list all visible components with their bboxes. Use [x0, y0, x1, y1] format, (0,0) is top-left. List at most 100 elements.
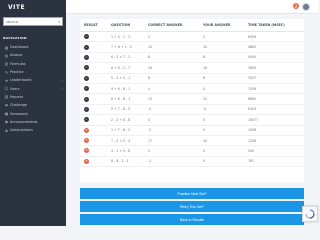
- practice-next-set-button[interactable]: Practice Next Set?: [80, 188, 304, 199]
- sidebar-item-formulas[interactable]: ▥ Formulas: [0, 60, 66, 68]
- sidebar-item-label: Users: [10, 86, 20, 91]
- recaptcha-badge[interactable]: [302, 206, 318, 222]
- incorrect-x-icon: ✕: [84, 127, 89, 133]
- sidebar-item-practice[interactable]: ✎ Practice: [0, 68, 66, 76]
- table-row: ✓ 5 - 2 + 5 - 1 8 8 3037: [80, 74, 304, 84]
- incorrect-x-icon: ✕: [84, 158, 89, 164]
- chevron-right-icon: ›: [61, 77, 63, 83]
- time-taken-cell: 4863: [248, 45, 257, 50]
- result-cell: ✓: [80, 65, 108, 71]
- correct-answer-cell: -2: [148, 128, 152, 133]
- result-cell: ✓: [80, 54, 108, 60]
- result-cell: ✕: [80, 158, 108, 164]
- your-answer-cell: 0: [203, 159, 206, 164]
- search-select[interactable]: ABACUS ▾: [3, 17, 63, 26]
- your-answer-cell: 8: [203, 76, 206, 81]
- leaderboard-icon: ★: [4, 77, 9, 83]
- table-row: ✓ 9 + 6 - 8 - 1 4 4 7558: [80, 84, 304, 95]
- table-row: ✓ 2 + 7 - 8 - 5 -4 -4 6303: [80, 105, 304, 116]
- challenge-icon: ⚑: [4, 102, 9, 108]
- question-cell: 9 + 6 - 8 - 1: [111, 86, 131, 91]
- result-cell: ✕: [80, 127, 108, 133]
- sidebar-item-label: Reports: [10, 94, 24, 99]
- chevron-right-icon: ›: [61, 86, 63, 92]
- table-row: ✕ 1 + 7 - 8 - 2 -2 0 1058: [80, 126, 304, 136]
- correct-check-icon: ✓: [84, 117, 89, 123]
- time-taken-cell: 1058: [248, 128, 257, 133]
- table-row: ✕ 7 - 2 + 2 - 4 17 10 1226: [80, 136, 304, 147]
- correct-answer-cell: 2: [148, 34, 151, 39]
- question-cell: 7 + 6 + 1 - 5: [111, 45, 132, 50]
- correct-check-icon: ✓: [84, 34, 89, 40]
- time-taken-cell: 7558: [248, 86, 257, 91]
- sidebar-item-dashboard[interactable]: ▦ Dashboard: [0, 43, 66, 51]
- time-taken-cell: 3950: [248, 65, 257, 70]
- table-header: RESULT QUESTION CORRECT ANSWER YOUR ANSW…: [80, 19, 304, 32]
- sidebar-item-homework[interactable]: ▣ Homework: [0, 109, 66, 117]
- results-table: RESULT QUESTION CORRECT ANSWER YOUR ANSW…: [80, 19, 304, 182]
- your-answer-cell: 2: [203, 34, 206, 39]
- subscription-icon: ◈: [4, 127, 9, 133]
- sidebar-item-announcements[interactable]: ◉ Announcements: [0, 118, 66, 126]
- question-cell: 1 + 7 - 8 - 2: [111, 128, 131, 133]
- question-cell: 2 + 7 - 8 - 5: [111, 107, 131, 112]
- question-cell: 6 + 6 - 8 - 1: [111, 97, 131, 102]
- question-cell: 6 - 2 + 7 - 2: [111, 55, 131, 60]
- sidebar-item-leaderboard[interactable]: ★ Leaderboard ›: [0, 76, 66, 84]
- reports-icon: ▧: [4, 94, 9, 100]
- notification-bell-icon[interactable]: 2: [293, 3, 299, 9]
- practice-icon: ✎: [4, 69, 9, 75]
- time-taken-cell: 3037: [248, 76, 257, 81]
- question-cell: 4 - 1 + 5 - 8: [111, 148, 131, 153]
- table-row: ✕ 8 - 8 - 2 - 1 -1 0 767: [80, 157, 304, 168]
- time-taken-cell: 6309: [248, 34, 257, 39]
- your-answer-cell: -4: [203, 107, 207, 112]
- correct-check-icon: ✓: [84, 86, 89, 92]
- app-logo[interactable]: VITE: [8, 4, 25, 11]
- announcement-icon: ◉: [4, 119, 9, 125]
- logo-bar: VITE: [0, 0, 66, 14]
- question-cell: 5 - 2 + 5 - 1: [111, 76, 131, 81]
- recaptcha-icon: [305, 209, 315, 219]
- correct-check-icon: ✓: [84, 106, 89, 112]
- correct-answer-cell: 8: [148, 55, 151, 60]
- correct-answer-cell: -4: [148, 107, 152, 112]
- dashboard-icon: ▦: [4, 44, 9, 50]
- your-answer-cell: 4: [203, 86, 206, 91]
- correct-check-icon: ✓: [84, 96, 89, 102]
- your-answer-cell: 0: [203, 148, 206, 153]
- sidebar-item-reports[interactable]: ▧ Reports: [0, 93, 66, 101]
- table-row: ✓ 7 + 6 + 1 - 5 10 10 4863: [80, 42, 304, 53]
- table-row: ✓ 6 - 2 + 7 - 2 8 8 4090: [80, 53, 304, 64]
- correct-answer-cell: 4: [148, 86, 151, 91]
- avatar[interactable]: [302, 3, 310, 11]
- abacus-icon: ▤: [4, 52, 9, 58]
- question-cell: 8 - 8 - 2 - 1: [111, 159, 129, 164]
- correct-answer-cell: 8: [148, 76, 151, 81]
- time-taken-cell: 540: [248, 148, 255, 153]
- sidebar-item-subscriptions[interactable]: ◈ Subscriptions: [0, 126, 66, 134]
- correct-answer-cell: -1: [148, 159, 152, 164]
- table-row: ✓ 1 + 0 - 1 - 2 2 2 6309: [80, 32, 304, 43]
- sidebar-item-label: Announcements: [10, 119, 38, 124]
- your-answer-cell: 10: [203, 45, 208, 50]
- time-taken-cell: 767: [248, 159, 255, 164]
- your-answer-cell: 0: [203, 117, 206, 122]
- table-row: ✓ 2 - 2 + 8 - 8 0 0 10077: [80, 115, 304, 126]
- sidebar-item-users[interactable]: ☺ Users ›: [0, 84, 66, 92]
- retry-set-button[interactable]: Retry This Set?: [80, 201, 304, 212]
- sidebar-item-challenge[interactable]: ⚑ Challenge: [0, 101, 66, 109]
- back-to-results-button[interactable]: Back to Results: [80, 214, 304, 225]
- question-cell: 7 - 2 + 2 - 4: [111, 138, 131, 143]
- sidebar-item-label: Abakus: [10, 53, 23, 58]
- result-cell: ✓: [80, 117, 108, 123]
- correct-check-icon: ✓: [84, 54, 89, 60]
- correct-check-icon: ✓: [84, 75, 89, 81]
- table-body: ✓ 1 + 0 - 1 - 2 2 2 6309 ✓ 7 + 6 + 1 - 5 10 10 48…: [80, 32, 304, 168]
- result-cell: ✕: [80, 138, 108, 144]
- sidebar-item-label: Subscriptions: [10, 128, 33, 133]
- your-answer-cell: 0: [203, 128, 206, 133]
- result-cell: ✓: [80, 34, 108, 40]
- sidebar-item-abakus[interactable]: ▤ Abakus: [0, 51, 66, 59]
- time-taken-cell: 10077: [248, 117, 259, 122]
